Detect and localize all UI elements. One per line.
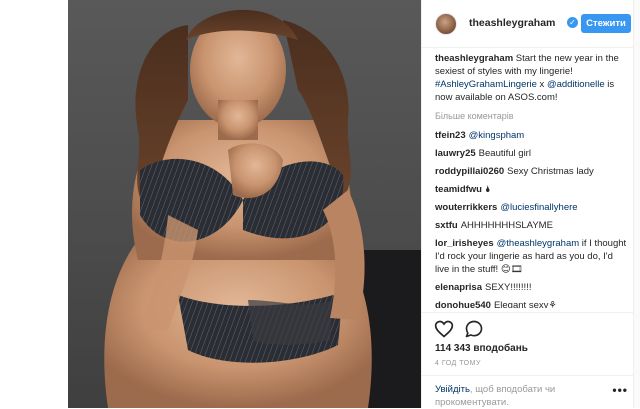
instagram-post-view: theashleygraham ✓ Стежити theashleygraha… bbox=[0, 0, 640, 408]
caption-hashtag[interactable]: #AshleyGrahamLingerie bbox=[435, 79, 537, 90]
caption-mention[interactable]: @additionelle bbox=[547, 79, 605, 90]
comment-item: wouterrikkers @luciesfinallyhere bbox=[435, 201, 627, 214]
comment-mention[interactable]: @theashleygraham bbox=[497, 238, 580, 249]
comment-text: SEXY!!!!!!!! bbox=[485, 282, 532, 293]
comment-text: Sexy Christmas lady bbox=[507, 166, 594, 177]
login-prompt: Увійдіть, щоб вподобати чи прокоментуват… bbox=[422, 375, 634, 409]
comment-username[interactable]: lor_irisheyes bbox=[435, 238, 494, 249]
comment-item: lauwry25 Beautiful girl bbox=[435, 147, 627, 160]
post-header: theashleygraham ✓ Стежити bbox=[422, 0, 634, 48]
scrollbar[interactable] bbox=[633, 0, 640, 408]
comment-username[interactable]: teamidfwu bbox=[435, 184, 482, 195]
comment-item: sxtfu AHHHHHHHSLAYME bbox=[435, 219, 627, 232]
comment-username[interactable]: sxtfu bbox=[435, 220, 458, 231]
avatar[interactable] bbox=[435, 13, 457, 35]
comment-text: AHHHHHHHSLAYME bbox=[460, 220, 553, 231]
post-photo-illustration bbox=[104, 9, 421, 408]
comment-mention[interactable]: @kingspham bbox=[469, 130, 525, 141]
post-photo[interactable] bbox=[68, 0, 421, 408]
post-caption: theashleygraham Start the new year in th… bbox=[435, 52, 627, 104]
post-timestamp[interactable]: 4 ГОД ТОМУ bbox=[435, 360, 481, 367]
comment-list[interactable]: theashleygraham Start the new year in th… bbox=[435, 52, 627, 308]
more-options-icon[interactable]: ••• bbox=[612, 383, 628, 397]
comment-username[interactable]: donohue540 bbox=[435, 300, 491, 308]
comment-text: Elegant sexy⚘ bbox=[493, 300, 557, 308]
comment-item: teamidfwu 🌢 bbox=[435, 183, 627, 196]
verified-badge-icon: ✓ bbox=[567, 17, 578, 28]
post-actions: 114 343 вподобань 4 ГОД ТОМУ Увійдіть, щ… bbox=[422, 312, 634, 408]
likes-count[interactable]: 114 343 вподобань bbox=[435, 343, 528, 354]
comment-username[interactable]: roddypillai0260 bbox=[435, 166, 504, 177]
heart-icon[interactable] bbox=[434, 319, 454, 339]
comment-username[interactable]: wouterrikkers bbox=[435, 202, 497, 213]
comment-item: lor_irisheyes @theashleygraham if I thoug… bbox=[435, 237, 627, 276]
comment-username[interactable]: tfein23 bbox=[435, 130, 466, 141]
comment-text: Beautiful girl bbox=[478, 148, 531, 159]
comment-item: elenaprisa SEXY!!!!!!!! bbox=[435, 281, 627, 294]
follow-button[interactable]: Стежити bbox=[581, 14, 631, 33]
comment-item: donohue540 Elegant sexy⚘ bbox=[435, 299, 627, 308]
caption-username[interactable]: theashleygraham bbox=[435, 53, 513, 64]
post-side-panel: theashleygraham ✓ Стежити theashleygraha… bbox=[421, 0, 634, 408]
comment-bubble-icon[interactable] bbox=[464, 319, 484, 339]
comment-username[interactable]: lauwry25 bbox=[435, 148, 476, 159]
comment-text: 🌢 bbox=[484, 184, 491, 195]
login-link[interactable]: Увійдіть bbox=[435, 384, 470, 395]
comment-item: roddypillai0260 Sexy Christmas lady bbox=[435, 165, 627, 178]
load-more-comments[interactable]: Більше коментарів bbox=[435, 111, 627, 121]
left-margin bbox=[0, 0, 68, 408]
author-username[interactable]: theashleygraham bbox=[469, 17, 555, 29]
comment-username[interactable]: elenaprisa bbox=[435, 282, 482, 293]
caption-text-b: x bbox=[536, 79, 547, 90]
comment-item: tfein23 @kingspham bbox=[435, 129, 627, 142]
comment-mention[interactable]: @luciesfinallyhere bbox=[500, 202, 577, 213]
